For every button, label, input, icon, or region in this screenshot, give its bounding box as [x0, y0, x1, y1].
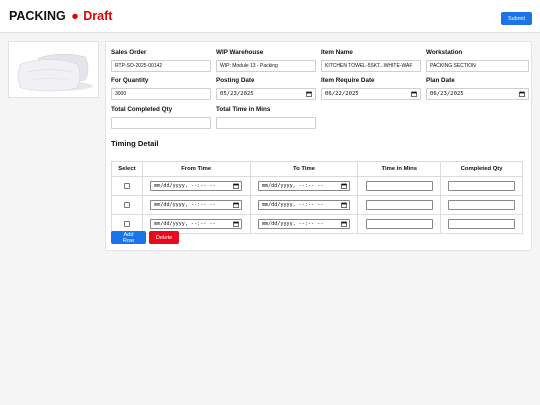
- row-select-checkbox[interactable]: [123, 201, 130, 208]
- col-time-in-mins: Time in Mins: [357, 161, 442, 177]
- total-time-field[interactable]: [216, 117, 316, 129]
- item-name-label: Item Name: [321, 49, 353, 56]
- item-name-field[interactable]: KITCHEN TOWEL-5SKT...WHITE-WAF: [321, 60, 421, 72]
- time-in-mins-input[interactable]: [365, 218, 433, 229]
- posting-date-label: Posting Date: [216, 77, 255, 84]
- submit-button[interactable]: Submit: [501, 12, 532, 25]
- timing-detail-title: Timing Detail: [111, 139, 159, 148]
- row-select-checkbox[interactable]: [123, 220, 130, 227]
- to-time-input[interactable]: mm/dd/yyyy, --:-- --: [257, 218, 350, 229]
- calendar-icon[interactable]: [341, 202, 347, 208]
- page-title: PACKING ● Draft: [9, 9, 112, 23]
- completed-qty-input[interactable]: [448, 199, 516, 210]
- time-in-mins-input[interactable]: [365, 199, 433, 210]
- table-row: mm/dd/yyyy, --:-- -- mm/dd/yyyy, --:-- -…: [111, 195, 523, 215]
- col-from-time: From Time: [141, 161, 251, 177]
- item-require-date-label: Item Require Date: [321, 77, 375, 84]
- total-completed-qty-label: Total Completed Qty: [111, 106, 173, 113]
- production-form-card: Sales Order RTP-SO-2025-00142 WIP Wareho…: [105, 41, 532, 251]
- col-to-time: To Time: [249, 161, 359, 177]
- wip-warehouse-field[interactable]: WIP: Module 13 - Packing: [216, 60, 316, 72]
- item-require-date-value: 06/22/2025: [325, 91, 359, 97]
- datetime-placeholder: mm/dd/yyyy, --:-- --: [154, 220, 216, 227]
- plan-date-value: 06/23/2025: [430, 91, 464, 97]
- calendar-icon[interactable]: [233, 221, 240, 227]
- sales-order-label: Sales Order: [111, 49, 147, 56]
- row-select-checkbox[interactable]: [123, 182, 130, 189]
- from-time-input[interactable]: mm/dd/yyyy, --:-- --: [150, 218, 243, 229]
- calendar-icon[interactable]: [306, 91, 312, 97]
- workstation-field[interactable]: PACKING SECTION: [426, 60, 529, 72]
- completed-qty-input[interactable]: [448, 218, 516, 229]
- datetime-placeholder: mm/dd/yyyy, --:-- --: [261, 182, 324, 189]
- from-time-input[interactable]: mm/dd/yyyy, --:-- --: [150, 199, 243, 210]
- status-badge: Draft: [83, 9, 113, 23]
- workstation-label: Workstation: [426, 49, 463, 56]
- doc-type: PACKING: [9, 9, 66, 23]
- timing-table: Select From Time To Time Time in Mins Co…: [111, 161, 523, 234]
- calendar-icon[interactable]: [411, 91, 417, 97]
- sales-order-field[interactable]: RTP-SO-2025-00142: [111, 60, 211, 72]
- table-row: mm/dd/yyyy, --:-- -- mm/dd/yyyy, --:-- -…: [111, 176, 523, 196]
- top-bar: PACKING ● Draft Submit: [0, 0, 540, 33]
- calendar-icon[interactable]: [519, 91, 525, 97]
- wip-warehouse-label: WIP Warehouse: [216, 49, 264, 56]
- add-row-button[interactable]: Add Row: [111, 231, 146, 244]
- from-time-input[interactable]: mm/dd/yyyy, --:-- --: [150, 180, 243, 191]
- calendar-icon[interactable]: [233, 183, 240, 189]
- total-time-label: Total Time in Mins: [216, 106, 271, 113]
- datetime-placeholder: mm/dd/yyyy, --:-- --: [261, 201, 324, 208]
- product-image: [8, 41, 99, 98]
- total-completed-qty-field[interactable]: [111, 117, 211, 129]
- datetime-placeholder: mm/dd/yyyy, --:-- --: [154, 201, 216, 208]
- pillow-image: [9, 42, 98, 97]
- plan-date-label: Plan Date: [426, 77, 455, 84]
- completed-qty-input[interactable]: [448, 180, 516, 191]
- item-require-date-field[interactable]: 06/22/2025: [321, 88, 421, 100]
- status-dot: ●: [71, 9, 79, 23]
- posting-date-value: 05/23/2025: [220, 91, 254, 97]
- time-in-mins-input[interactable]: [365, 180, 433, 191]
- delete-button[interactable]: Delete: [149, 231, 179, 244]
- for-quantity-label: For Quantity: [111, 77, 149, 84]
- for-quantity-field[interactable]: 3000: [111, 88, 211, 100]
- to-time-input[interactable]: mm/dd/yyyy, --:-- --: [257, 199, 350, 210]
- datetime-placeholder: mm/dd/yyyy, --:-- --: [154, 182, 216, 189]
- posting-date-field[interactable]: 05/23/2025: [216, 88, 316, 100]
- to-time-input[interactable]: mm/dd/yyyy, --:-- --: [257, 180, 350, 191]
- calendar-icon[interactable]: [341, 183, 347, 189]
- col-select: Select: [111, 161, 143, 177]
- col-completed-qty: Completed Qty: [440, 161, 523, 177]
- calendar-icon[interactable]: [341, 221, 347, 227]
- table-header-row: Select From Time To Time Time in Mins Co…: [111, 161, 523, 177]
- calendar-icon[interactable]: [233, 202, 240, 208]
- plan-date-field[interactable]: 06/23/2025: [426, 88, 529, 100]
- datetime-placeholder: mm/dd/yyyy, --:-- --: [261, 220, 324, 227]
